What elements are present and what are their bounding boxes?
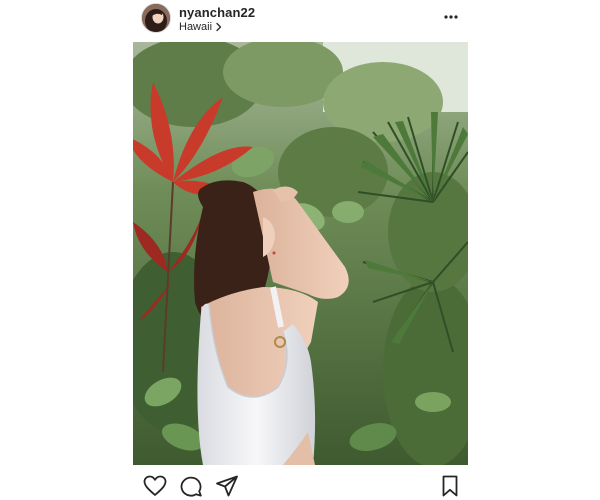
post-photo[interactable] — [133, 42, 468, 465]
username[interactable]: nyanchan22 — [179, 5, 255, 20]
photo-image — [133, 42, 468, 465]
heart-icon[interactable] — [143, 475, 167, 497]
chevron-right-icon — [215, 22, 223, 32]
instagram-post: nyanchan22 Hawaii — [0, 0, 600, 500]
avatar[interactable] — [141, 3, 171, 33]
paper-plane-icon[interactable] — [215, 475, 239, 497]
comment-icon[interactable] — [179, 475, 203, 497]
location-link[interactable]: Hawaii — [179, 21, 223, 33]
post-action-bar — [133, 466, 468, 500]
post-header: nyanchan22 Hawaii — [133, 0, 468, 42]
avatar-image — [142, 4, 170, 32]
bookmark-icon[interactable] — [438, 475, 462, 497]
more-options-icon[interactable] — [442, 10, 460, 24]
location-label: Hawaii — [179, 21, 213, 33]
